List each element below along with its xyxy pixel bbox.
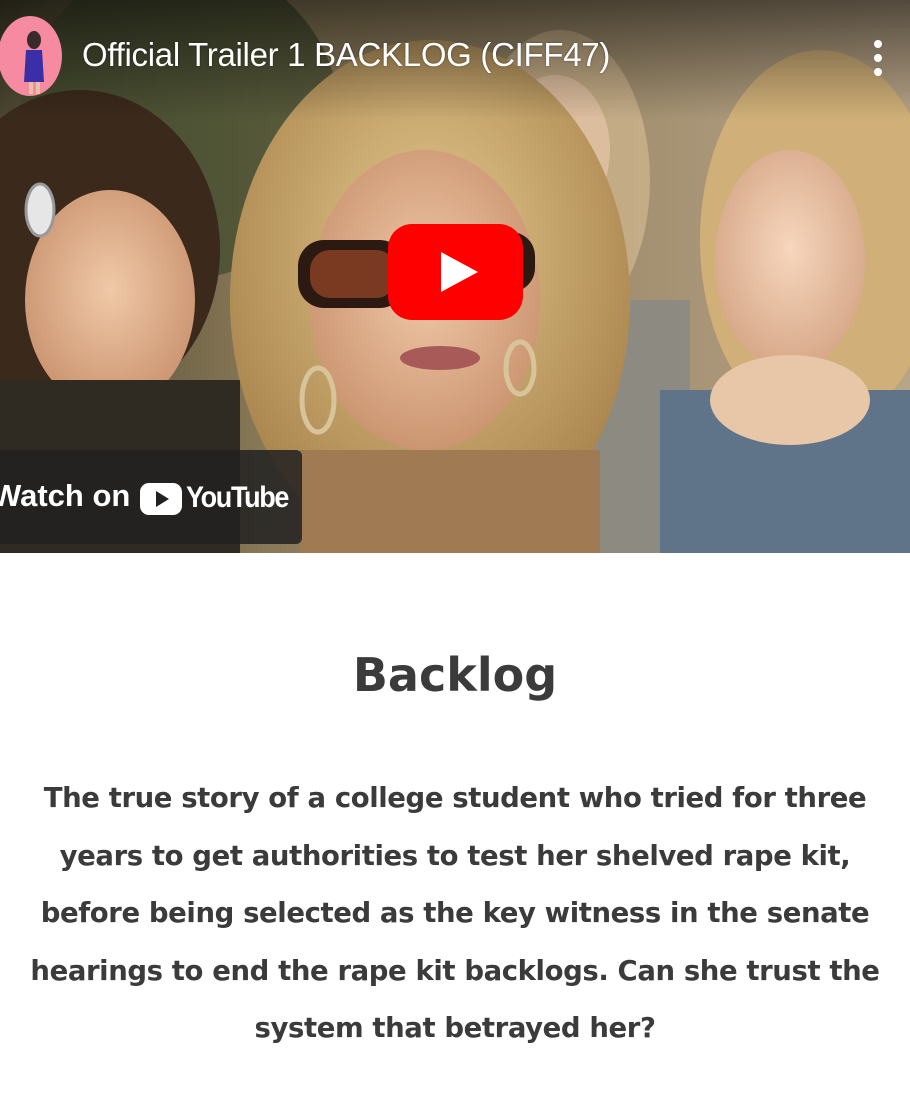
film-description: The true story of a college student who … (30, 782, 880, 1044)
video-title[interactable]: Official Trailer 1 BACKLOG (CIFF47) (82, 36, 610, 74)
play-button[interactable] (388, 224, 523, 320)
channel-avatar[interactable] (0, 16, 62, 96)
watch-on-youtube-button[interactable]: Watch on YouTube (0, 450, 302, 544)
vertical-ellipsis-icon (874, 40, 882, 76)
youtube-wordmark: YouTube (186, 481, 289, 514)
youtube-logo: YouTube (140, 481, 289, 516)
watch-on-label: Watch on (0, 478, 131, 513)
channel-avatar-image (0, 16, 62, 96)
video-embed[interactable]: Official Trailer 1 BACKLOG (CIFF47) Watc… (0, 0, 910, 553)
page-title: Backlog (352, 648, 558, 702)
youtube-play-icon (388, 224, 523, 320)
youtube-logo-icon (140, 483, 182, 515)
more-options-button[interactable] (860, 36, 896, 80)
